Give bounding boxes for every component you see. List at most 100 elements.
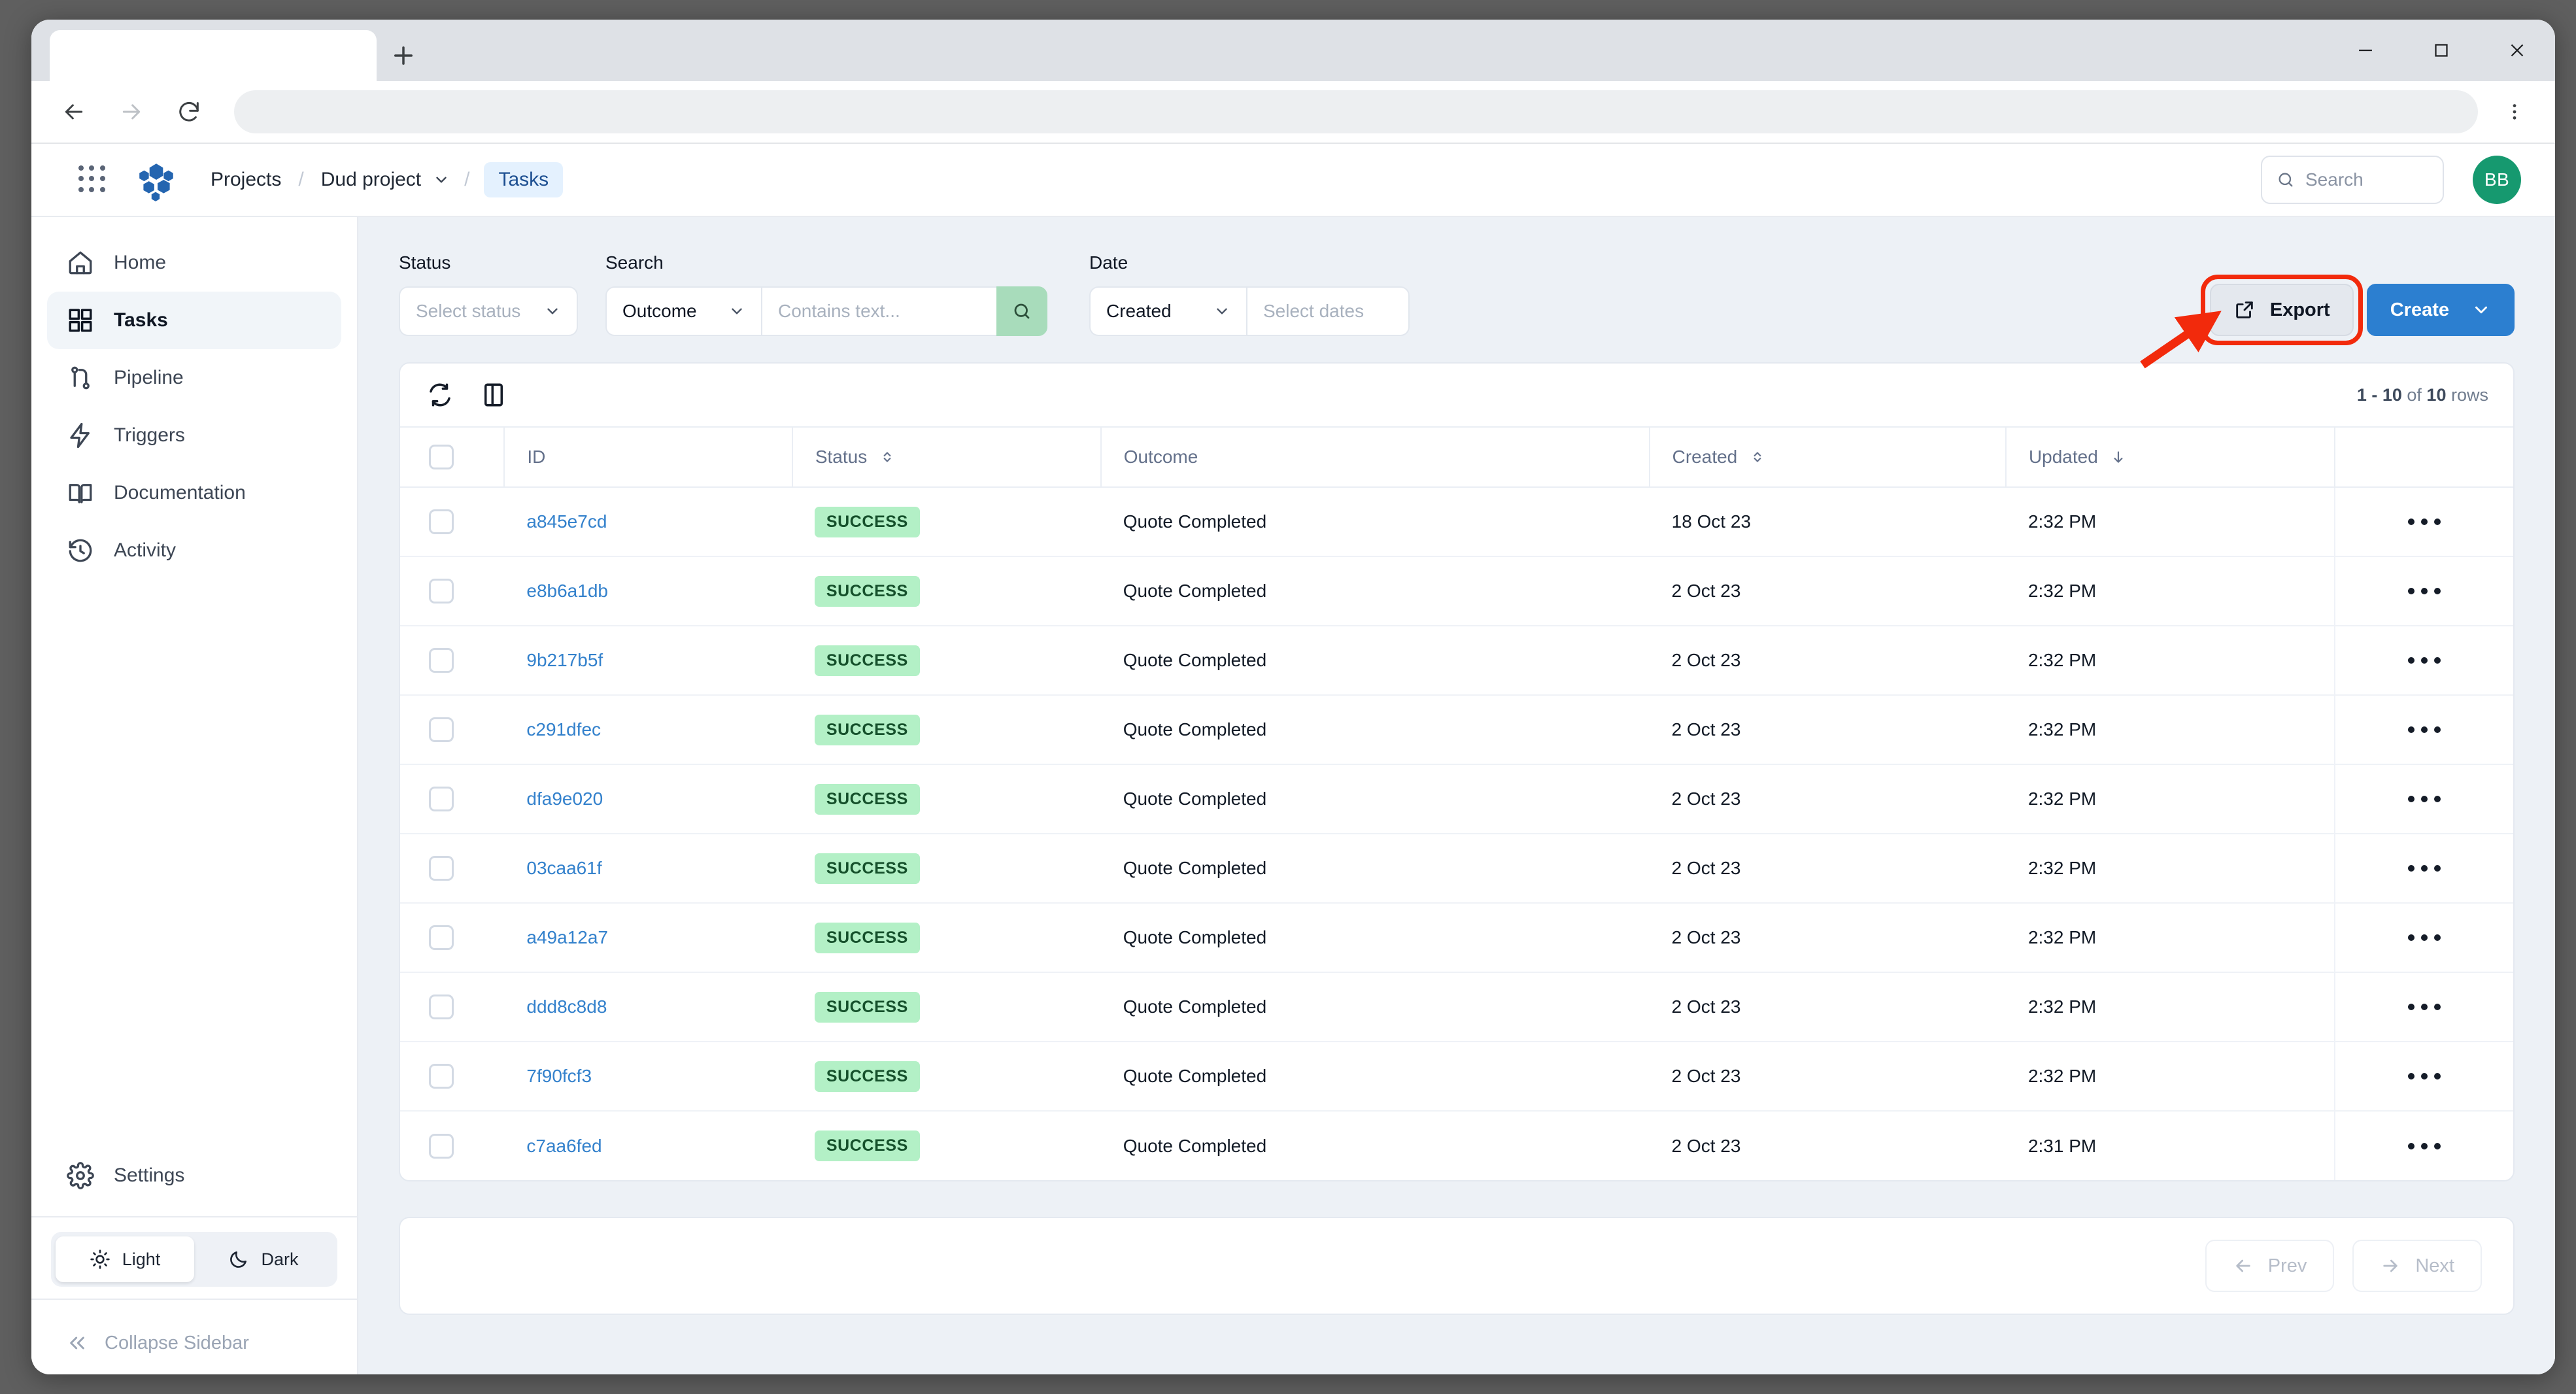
- sidebar-item-settings[interactable]: Settings: [47, 1147, 341, 1204]
- ellipsis-icon[interactable]: [2335, 865, 2513, 872]
- sidebar-item-triggers[interactable]: Triggers: [47, 407, 341, 464]
- row-id-link[interactable]: 9b217b5f: [526, 650, 603, 670]
- header-created[interactable]: Created: [1650, 427, 2006, 487]
- ellipsis-icon[interactable]: [2335, 726, 2513, 733]
- date-range-input[interactable]: Select dates: [1246, 286, 1410, 336]
- reload-button[interactable]: [167, 90, 211, 133]
- row-checkbox[interactable]: [429, 925, 454, 950]
- row-checkbox[interactable]: [429, 579, 454, 604]
- row-id-link[interactable]: 03caa61f: [526, 858, 602, 878]
- table-row[interactable]: c291dfecSUCCESSQuote Completed2 Oct 232:…: [400, 695, 2513, 764]
- sidebar-item-documentation[interactable]: Documentation: [47, 464, 341, 522]
- minimize-button[interactable]: [2328, 20, 2403, 81]
- breadcrumb-item-dud-project[interactable]: Dud project: [318, 163, 424, 196]
- table-row[interactable]: 9b217b5fSUCCESSQuote Completed2 Oct 232:…: [400, 626, 2513, 695]
- ellipsis-icon[interactable]: [2335, 518, 2513, 525]
- row-checkbox[interactable]: [429, 648, 454, 673]
- row-checkbox[interactable]: [429, 856, 454, 881]
- row-id-cell: 7f90fcf3: [504, 1042, 792, 1111]
- row-id-link[interactable]: 7f90fcf3: [526, 1066, 592, 1086]
- row-checkbox[interactable]: [429, 787, 454, 811]
- refresh-button[interactable]: [425, 380, 455, 410]
- new-tab-button[interactable]: [377, 30, 430, 81]
- sidebar-item-tasks[interactable]: Tasks: [47, 292, 341, 349]
- export-button[interactable]: Export: [2210, 284, 2354, 336]
- table-row[interactable]: c7aa6fedSUCCESSQuote Completed2 Oct 232:…: [400, 1111, 2513, 1180]
- row-updated-cell: 2:32 PM: [2006, 695, 2335, 764]
- sidebar-item-pipeline[interactable]: Pipeline: [47, 349, 341, 407]
- row-checkbox[interactable]: [429, 509, 454, 534]
- row-id-link[interactable]: c291dfec: [526, 719, 601, 740]
- ellipsis-icon[interactable]: [2335, 934, 2513, 941]
- columns-toggle-button[interactable]: [479, 380, 509, 410]
- row-status-cell: SUCCESS: [792, 834, 1101, 903]
- search-text-input[interactable]: Contains text...: [761, 286, 996, 336]
- status-select[interactable]: Select status: [399, 286, 578, 336]
- row-checkbox[interactable]: [429, 717, 454, 742]
- collapse-sidebar-button[interactable]: Collapse Sidebar: [47, 1312, 341, 1374]
- row-id-link[interactable]: a845e7cd: [526, 511, 607, 532]
- row-id-link[interactable]: e8b6a1db: [526, 581, 608, 601]
- table-row[interactable]: a49a12a7SUCCESSQuote Completed2 Oct 232:…: [400, 903, 2513, 972]
- row-checkbox-cell: [400, 834, 504, 903]
- grid-apps-icon[interactable]: [78, 165, 107, 194]
- next-page-button[interactable]: Next: [2352, 1240, 2482, 1292]
- row-id-link[interactable]: c7aa6fed: [526, 1136, 602, 1156]
- date-field-select[interactable]: Created: [1089, 286, 1246, 336]
- export-button-wrapper: Export: [2210, 284, 2354, 336]
- chevron-down-icon: [544, 303, 561, 320]
- close-button[interactable]: [2479, 20, 2555, 81]
- forward-button[interactable]: [110, 90, 153, 133]
- create-button[interactable]: Create: [2367, 284, 2515, 336]
- sidebar-item-activity[interactable]: Activity: [47, 522, 341, 579]
- row-id-link[interactable]: a49a12a7: [526, 927, 608, 947]
- sidebar-item-home[interactable]: Home: [47, 234, 341, 292]
- row-id-link[interactable]: ddd8c8d8: [526, 996, 607, 1017]
- theme-light-button[interactable]: Light: [56, 1236, 194, 1282]
- header-outcome[interactable]: Outcome: [1101, 427, 1650, 487]
- ellipsis-icon[interactable]: [2335, 1143, 2513, 1149]
- breadcrumb-project-dropdown[interactable]: [433, 171, 450, 188]
- row-status-cell: SUCCESS: [792, 695, 1101, 764]
- sort-descending-icon: [2110, 449, 2127, 466]
- table-row[interactable]: 03caa61fSUCCESSQuote Completed2 Oct 232:…: [400, 834, 2513, 903]
- browser-tab[interactable]: [50, 30, 377, 81]
- browser-menu-button[interactable]: [2495, 90, 2534, 133]
- ellipsis-icon[interactable]: [2335, 1073, 2513, 1080]
- row-checkbox[interactable]: [429, 1134, 454, 1159]
- ellipsis-icon[interactable]: [2335, 588, 2513, 594]
- theme-dark-button[interactable]: Dark: [194, 1236, 333, 1282]
- address-bar[interactable]: [234, 90, 2478, 133]
- header-updated[interactable]: Updated: [2006, 427, 2335, 487]
- breadcrumb-item-tasks[interactable]: Tasks: [484, 162, 563, 197]
- row-count-range: 1 - 10: [2357, 385, 2402, 405]
- global-search-input[interactable]: Search: [2261, 156, 2444, 204]
- row-status-cell: SUCCESS: [792, 556, 1101, 626]
- table-row[interactable]: a845e7cdSUCCESSQuote Completed18 Oct 232…: [400, 487, 2513, 556]
- ellipsis-icon[interactable]: [2335, 1004, 2513, 1010]
- ellipsis-icon[interactable]: [2335, 657, 2513, 664]
- header-id[interactable]: ID: [504, 427, 792, 487]
- header-status[interactable]: Status: [792, 427, 1101, 487]
- prev-page-button[interactable]: Prev: [2205, 1240, 2335, 1292]
- ellipsis-icon[interactable]: [2335, 796, 2513, 802]
- status-badge: SUCCESS: [815, 507, 920, 537]
- row-checkbox[interactable]: [429, 1064, 454, 1089]
- row-checkbox[interactable]: [429, 994, 454, 1019]
- breadcrumb-item-projects[interactable]: Projects: [208, 163, 284, 196]
- back-button[interactable]: [52, 90, 95, 133]
- search-submit-button[interactable]: [996, 286, 1047, 336]
- table-row[interactable]: e8b6a1dbSUCCESSQuote Completed2 Oct 232:…: [400, 556, 2513, 626]
- header-updated-label: Updated: [2029, 447, 2098, 468]
- table-row[interactable]: 7f90fcf3SUCCESSQuote Completed2 Oct 232:…: [400, 1042, 2513, 1111]
- lightning-bolt-icon: [67, 422, 94, 449]
- search-field-select[interactable]: Outcome: [605, 286, 761, 336]
- table-row[interactable]: ddd8c8d8SUCCESSQuote Completed2 Oct 232:…: [400, 972, 2513, 1042]
- status-badge: SUCCESS: [815, 784, 920, 815]
- theme-toggle: Light Dark: [51, 1232, 337, 1287]
- row-id-link[interactable]: dfa9e020: [526, 789, 603, 809]
- table-row[interactable]: dfa9e020SUCCESSQuote Completed2 Oct 232:…: [400, 764, 2513, 834]
- maximize-button[interactable]: [2403, 20, 2479, 81]
- select-all-checkbox[interactable]: [429, 445, 454, 469]
- avatar[interactable]: BB: [2473, 156, 2521, 204]
